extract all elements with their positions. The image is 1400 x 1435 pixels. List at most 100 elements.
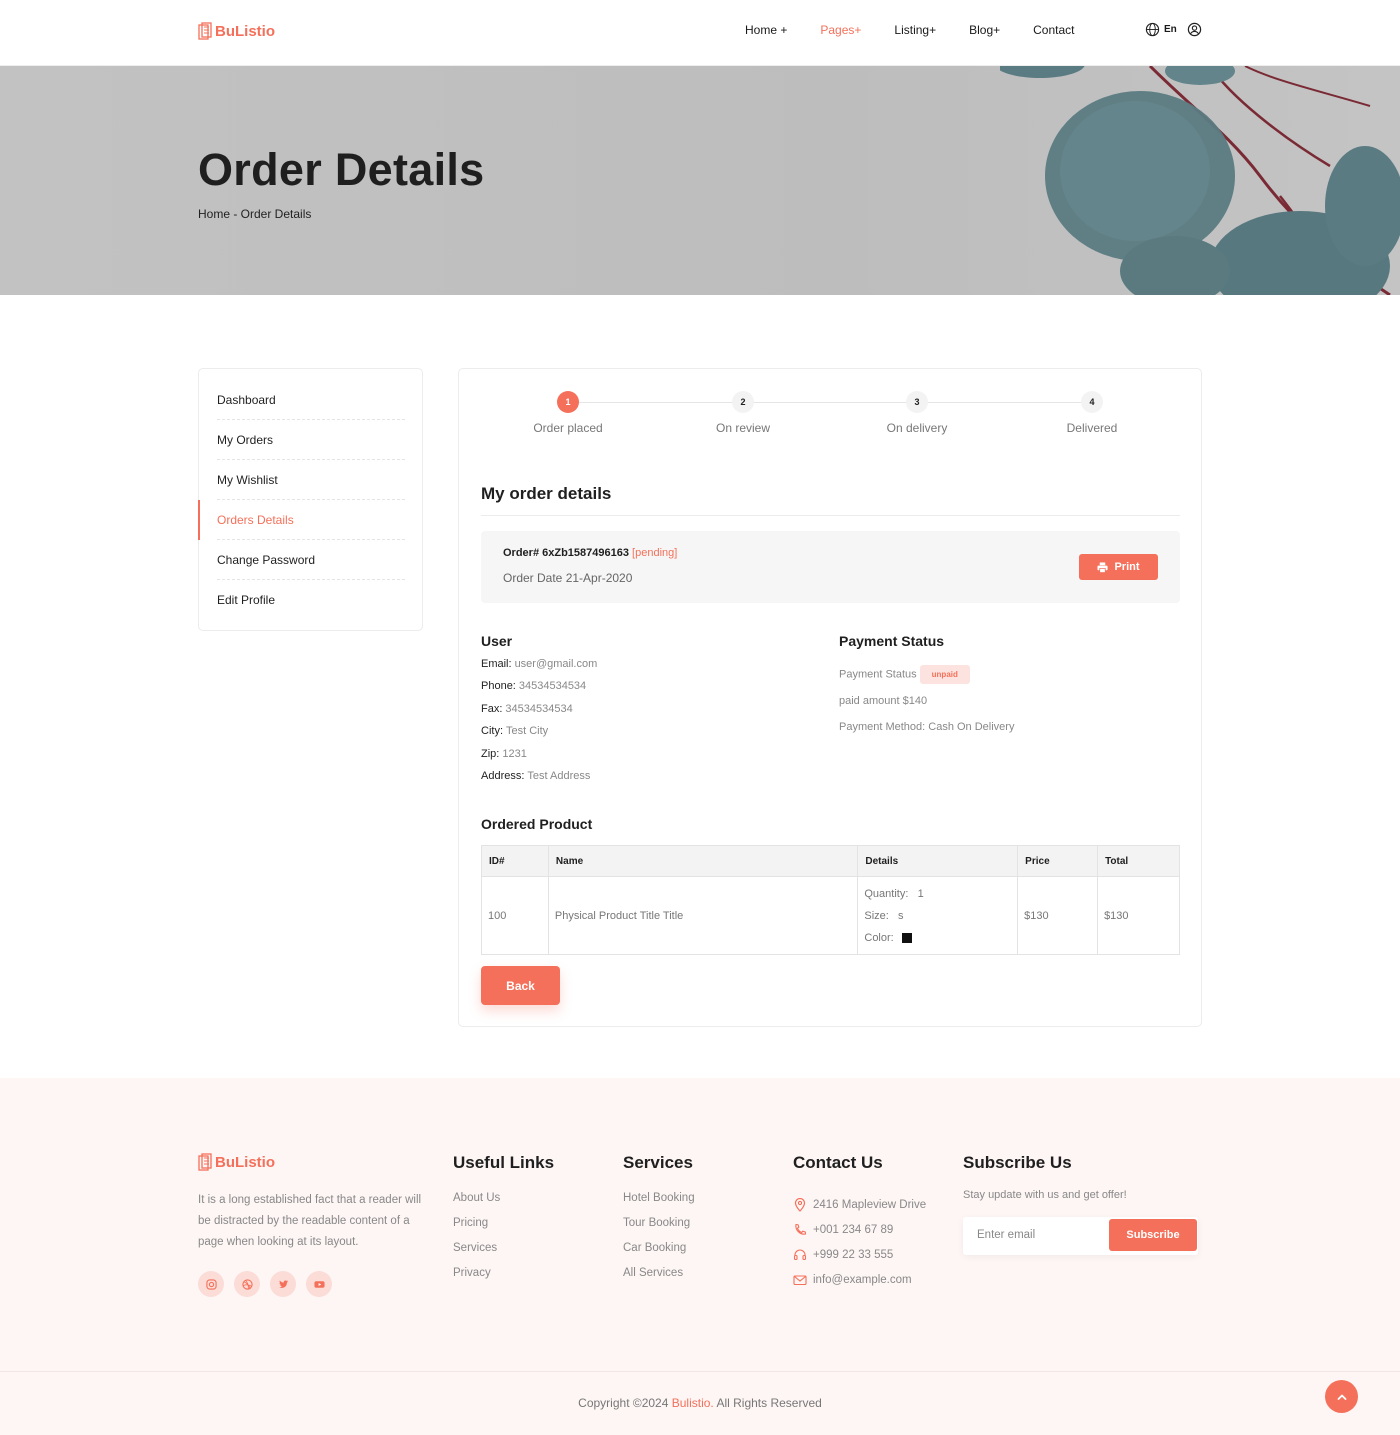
copyright-prefix: Copyright ©2024 xyxy=(578,1396,672,1410)
contact-email[interactable]: info@example.com xyxy=(793,1267,926,1292)
social-links xyxy=(198,1271,332,1297)
language-switcher[interactable]: En xyxy=(1145,22,1177,37)
nav-listing[interactable]: Listing+ xyxy=(894,23,936,37)
contact-support[interactable]: +999 22 33 555 xyxy=(793,1242,926,1267)
footer-link-all-services[interactable]: All Services xyxy=(623,1267,695,1292)
footer-link-services[interactable]: Services xyxy=(453,1242,554,1267)
site-logo[interactable]: BuListio xyxy=(198,22,275,40)
divider xyxy=(481,515,1180,516)
site-footer: BuListio It is a long established fact t… xyxy=(0,1078,1400,1435)
subscribe-title: Subscribe Us xyxy=(963,1153,1072,1172)
dribbble-link[interactable] xyxy=(234,1271,260,1297)
subscribe-form: Enter email Subscribe xyxy=(963,1217,1198,1255)
footer-about: It is a long established fact that a rea… xyxy=(198,1194,422,1248)
copyright-suffix: All Rights Reserved xyxy=(713,1396,822,1410)
step-on-delivery: 3 On delivery xyxy=(857,391,977,435)
footer-logo[interactable]: BuListio xyxy=(198,1153,275,1171)
sidebar-item-my-orders[interactable]: My Orders xyxy=(217,433,405,460)
user-fax: Fax: 34534534534 xyxy=(481,703,573,715)
field-value: Test Address xyxy=(527,770,591,782)
ordered-product-title: Ordered Product xyxy=(481,816,593,832)
footer-link-privacy[interactable]: Privacy xyxy=(453,1267,554,1292)
step-delivered: 4 Delivered xyxy=(1032,391,1152,435)
section-title-order: My order details xyxy=(481,484,612,503)
cell-total: $130 xyxy=(1097,876,1180,955)
step-label: Order placed xyxy=(533,421,603,435)
scroll-to-top-button[interactable] xyxy=(1325,1380,1358,1413)
col-total: Total xyxy=(1097,845,1180,877)
cell-details: Quantity: 1 Size: s Color: xyxy=(857,876,1019,955)
cell-name: Physical Product Title Title xyxy=(547,876,859,955)
print-button[interactable]: Print xyxy=(1079,554,1158,580)
col-price: Price xyxy=(1017,845,1099,877)
footer-link-about-us[interactable]: About Us xyxy=(453,1192,554,1217)
step-number: 4 xyxy=(1081,391,1103,413)
contact-title: Contact Us xyxy=(793,1153,883,1172)
services-title: Services xyxy=(623,1153,693,1172)
sidebar-item-edit-profile[interactable]: Edit Profile xyxy=(217,593,405,619)
order-number-text: Order# 6xZb1587496163 xyxy=(503,547,629,559)
payment-section-title: Payment Status xyxy=(839,633,945,649)
nav-contact[interactable]: Contact xyxy=(1033,23,1074,37)
detail-quantity: Quantity: 1 xyxy=(864,883,1017,905)
copyright-brand[interactable]: Bulistio. xyxy=(672,1396,714,1410)
footer-link-pricing[interactable]: Pricing xyxy=(453,1217,554,1242)
active-indicator xyxy=(198,500,200,540)
twitter-icon xyxy=(278,1279,288,1288)
sidebar-item-dashboard[interactable]: Dashboard xyxy=(217,393,405,420)
cell-id: 100 xyxy=(481,876,549,955)
contact-address: 2416 Mapleview Drive xyxy=(793,1192,926,1217)
subscribe-button[interactable]: Subscribe xyxy=(1109,1219,1197,1251)
footer-link-tour-booking[interactable]: Tour Booking xyxy=(623,1217,695,1242)
contact-phone[interactable]: +001 234 67 89 xyxy=(793,1217,926,1242)
detail-value: 1 xyxy=(917,887,924,900)
field-value: user@gmail.com xyxy=(514,658,598,670)
sidebar-item-my-wishlist[interactable]: My Wishlist xyxy=(217,473,405,500)
subscribe-column: Subscribe Us Stay update with us and get… xyxy=(963,1153,1200,1255)
table-header-row: ID# Name Details Price Total xyxy=(481,845,1180,877)
field-label: Address: xyxy=(481,770,525,782)
email-input[interactable]: Enter email xyxy=(977,1229,1035,1241)
back-button[interactable]: Back xyxy=(481,966,560,1005)
user-circle-icon[interactable] xyxy=(1187,22,1202,37)
account-sidebar: Dashboard My Orders My Wishlist Orders D… xyxy=(198,368,423,631)
field-label: Email: xyxy=(481,658,512,670)
contact-column: Contact Us 2416 Mapleview Drive +001 234… xyxy=(793,1153,926,1292)
nav-pages[interactable]: Pages+ xyxy=(820,23,861,37)
footer-link-hotel-booking[interactable]: Hotel Booking xyxy=(623,1192,695,1217)
detail-color: Color: xyxy=(864,927,1017,949)
col-details: Details xyxy=(857,845,1019,877)
site-header: BuListio Home + Pages+ Listing+ Blog+ Co… xyxy=(0,0,1400,66)
youtube-link[interactable] xyxy=(306,1271,332,1297)
ordered-products-table: ID# Name Details Price Total 100 Physica… xyxy=(481,845,1180,955)
paid-amount: paid amount $140 xyxy=(839,695,928,707)
nav-blog[interactable]: Blog+ xyxy=(969,23,1000,37)
field-value: 1231 xyxy=(502,748,527,760)
step-label: On delivery xyxy=(886,421,948,435)
instagram-icon xyxy=(205,1278,217,1290)
footer-divider xyxy=(0,1371,1400,1372)
step-number: 3 xyxy=(906,391,928,413)
field-value: 34534534534 xyxy=(518,680,587,692)
youtube-icon xyxy=(313,1280,325,1288)
contact-support-text: +999 22 33 555 xyxy=(813,1248,894,1261)
services-column: Services Hotel Booking Tour Booking Car … xyxy=(623,1153,695,1292)
detail-size: Size: s xyxy=(864,905,1017,927)
field-label: City: xyxy=(481,725,503,737)
user-address: Address: Test Address xyxy=(481,770,590,782)
user-zip: Zip: 1231 xyxy=(481,748,527,760)
payment-method: Payment Method: Cash On Delivery xyxy=(839,721,1015,733)
mail-icon xyxy=(793,1274,807,1285)
instagram-link[interactable] xyxy=(198,1271,224,1297)
sidebar-item-change-password[interactable]: Change Password xyxy=(217,553,405,580)
field-label: Fax: xyxy=(481,703,503,715)
subscribe-text: Stay update with us and get offer! xyxy=(963,1189,1127,1201)
print-label: Print xyxy=(1114,561,1140,573)
sidebar-item-orders-details[interactable]: Orders Details xyxy=(217,513,405,540)
nav-home[interactable]: Home + xyxy=(745,23,787,37)
order-summary-box: Order# 6xZb1587496163 [pending] Order Da… xyxy=(481,531,1180,603)
logo-text: BuListio xyxy=(215,22,275,40)
location-pin-icon xyxy=(794,1197,806,1212)
footer-link-car-booking[interactable]: Car Booking xyxy=(623,1242,695,1267)
twitter-link[interactable] xyxy=(270,1271,296,1297)
